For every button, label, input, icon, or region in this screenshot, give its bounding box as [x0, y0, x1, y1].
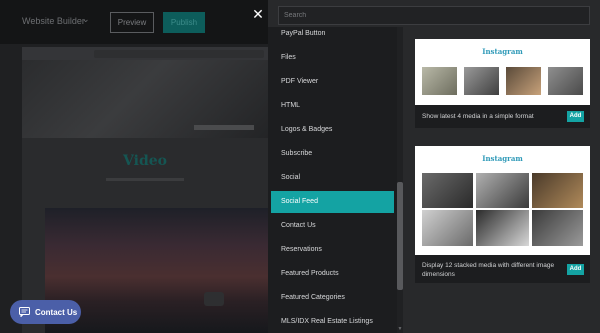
layout-footer: Display 12 stacked media with different …: [415, 255, 590, 283]
scrollbar-thumb[interactable]: [397, 182, 403, 290]
element-item[interactable]: Social Feed: [271, 191, 394, 213]
media-thumbnail: [532, 173, 583, 208]
search-input[interactable]: [278, 6, 590, 25]
page-preview: Video: [22, 47, 268, 333]
video-section-title: Video: [123, 153, 167, 169]
element-item[interactable]: Logos & Badges: [271, 119, 394, 141]
media-thumbnail: [422, 67, 457, 95]
preview-button[interactable]: Preview: [110, 12, 154, 33]
layout-preview: Instagram: [415, 146, 590, 255]
contact-us-label: Contact Us: [35, 307, 78, 317]
close-icon[interactable]: ✕: [250, 6, 266, 22]
layout-preview: Instagram: [415, 39, 590, 105]
layout-description: Display 12 stacked media with different …: [422, 262, 555, 278]
video-section-subtitle: [106, 178, 184, 181]
media-thumbnail: [422, 210, 473, 246]
browser-url-bar: [22, 47, 268, 64]
element-item[interactable]: Reservations: [271, 239, 394, 261]
media-thumbnail: [464, 67, 499, 95]
element-item[interactable]: Contact Us: [271, 215, 394, 237]
instagram-title: Instagram: [482, 154, 523, 163]
publish-button[interactable]: Publish: [163, 12, 205, 33]
layout-card-stacked[interactable]: Instagram Display 12 stacked media with …: [415, 146, 590, 283]
element-item[interactable]: PayPal Button: [271, 27, 394, 45]
hero-image: [22, 60, 268, 138]
media-thumbnail: [548, 67, 583, 95]
element-item[interactable]: Featured Products: [271, 263, 394, 285]
element-list: PayPal Button Files PDF Viewer HTML Logos & …: [268, 27, 398, 333]
play-icon: [204, 292, 224, 306]
contact-us-button[interactable]: Contact Us: [10, 300, 81, 324]
instagram-title: Instagram: [482, 47, 523, 56]
add-button[interactable]: Add: [567, 111, 584, 122]
chevron-down-icon[interactable]: ⌄: [82, 14, 90, 25]
media-thumbnail: [476, 210, 529, 246]
screen: Website Builder ⌄ Preview Publish Video …: [0, 0, 600, 333]
scroll-down-icon[interactable]: ▼: [397, 325, 403, 333]
media-thumbnail: [422, 173, 473, 208]
editor-topbar: Website Builder ⌄ Preview Publish: [0, 0, 268, 44]
element-item[interactable]: PDF Viewer: [271, 71, 394, 93]
url-field: [94, 50, 264, 58]
element-item[interactable]: Files: [271, 47, 394, 69]
chat-icon: [19, 307, 30, 317]
window-dots-icon: [28, 51, 58, 64]
element-item[interactable]: MLS/IDX Real Estate Listings: [271, 311, 394, 333]
builder-name[interactable]: Website Builder: [22, 16, 85, 26]
element-item[interactable]: Featured Categories: [271, 287, 394, 309]
add-element-panel: PayPal Button FilesPDF ViewerHTMLLogos & …: [268, 0, 600, 333]
add-button[interactable]: Add: [567, 264, 584, 275]
layout-card-simple[interactable]: Instagram Show latest 4 media in a simpl…: [415, 39, 590, 128]
element-item[interactable]: HTML: [271, 95, 394, 117]
media-thumbnail: [532, 210, 583, 246]
hero-text: [194, 125, 254, 130]
element-item[interactable]: Social: [271, 167, 394, 189]
media-thumbnail: [476, 173, 529, 208]
layout-footer: Show latest 4 media in a simple format A…: [415, 105, 590, 128]
media-thumbnail: [506, 67, 541, 95]
element-item[interactable]: Subscribe: [271, 143, 394, 165]
layout-description: Show latest 4 media in a simple format: [422, 113, 534, 120]
